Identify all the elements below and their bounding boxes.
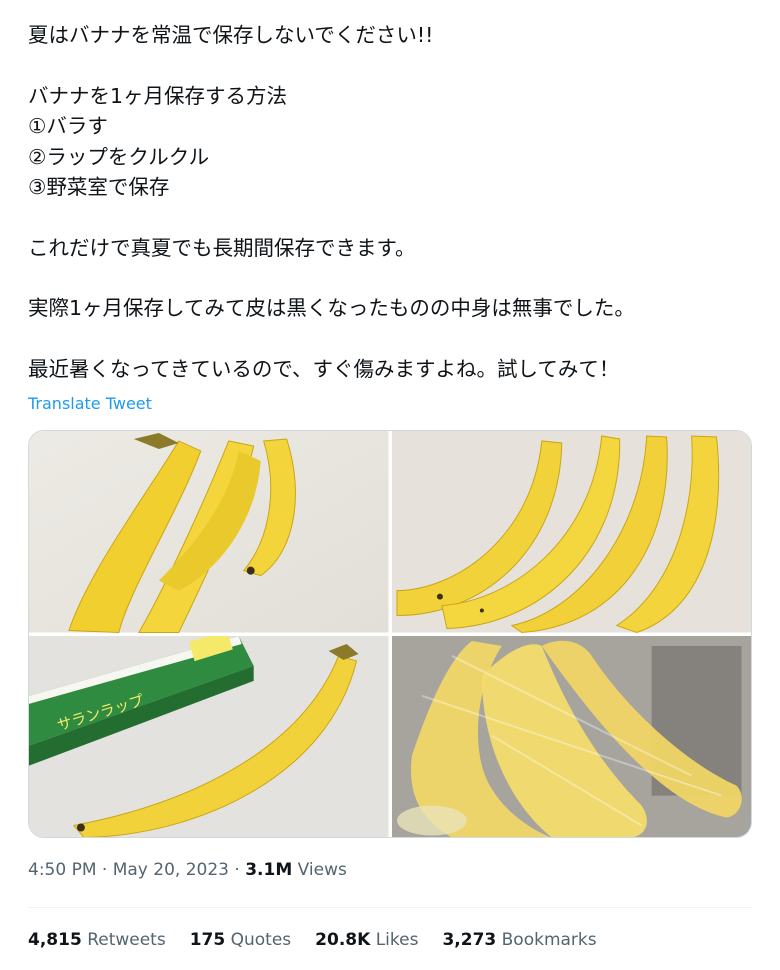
tweet-line-4: 実際1ヶ月保存してみて皮は黒くなったものの中身は無事でした。 (28, 296, 635, 320)
tweet-line-1: 夏はバナナを常温で保存しないでください!! (28, 23, 434, 47)
meta-separator: · (234, 860, 240, 880)
meta-separator: · (101, 860, 108, 880)
photo-bananas-bunch[interactable] (29, 431, 389, 633)
tweet-line-3: これだけで真夏でも長期間保存できます。 (28, 235, 416, 260)
photo-bananas-separated[interactable] (391, 431, 751, 633)
banana-wrap-box-image: サランラップ (29, 635, 389, 837)
tweet-line-5: 最近暑くなってきているので、すぐ傷みますよね。試してみて！ (28, 356, 620, 381)
tweet-time[interactable]: 4:50 PM (28, 860, 97, 880)
divider (28, 907, 752, 908)
bookmarks-count: 3,273 (442, 930, 497, 950)
bookmarks-label: Bookmarks (501, 930, 597, 950)
views-count: 3.1M (245, 860, 293, 880)
photo-banana-with-wrap-box[interactable]: サランラップ (29, 635, 389, 837)
tweet-line-2: バナナを1ヶ月保存する方法 ①バラす ②ラップをクルクル ③野菜室で保存 (28, 83, 288, 200)
translate-tweet-link[interactable]: Translate Tweet (28, 394, 152, 413)
media-grid: サランラップ (28, 430, 752, 838)
tweet-stats: 4,815 Retweets 175 Quotes 20.8K Likes 3,… (28, 930, 597, 950)
quotes-stat[interactable]: 175 Quotes (190, 930, 291, 950)
retweets-label: Retweets (87, 930, 166, 950)
likes-stat[interactable]: 20.8K Likes (315, 930, 418, 950)
photo-wrapped-bananas-in-drawer[interactable] (391, 635, 751, 837)
tweet-date[interactable]: May 20, 2023 (113, 860, 229, 880)
retweets-stat[interactable]: 4,815 Retweets (28, 930, 166, 950)
quotes-count: 175 (189, 930, 226, 950)
bookmarks-stat[interactable]: 3,273 Bookmarks (442, 930, 596, 950)
retweets-count: 4,815 (28, 930, 82, 950)
views-label: Views (297, 860, 347, 880)
likes-count: 20.8K (315, 930, 371, 950)
bananas-bunch-image (29, 431, 389, 633)
likes-label: Likes (375, 930, 419, 950)
wrapped-bananas-image (391, 635, 751, 837)
bananas-separated-image (391, 431, 751, 633)
tweet-text: 夏はバナナを常温で保存しないでください!! バナナを1ヶ月保存する方法 ①バラす… (28, 20, 748, 384)
quotes-label: Quotes (230, 930, 292, 950)
tweet-meta: 4:50 PM · May 20, 2023 · 3.1M Views (28, 860, 347, 880)
